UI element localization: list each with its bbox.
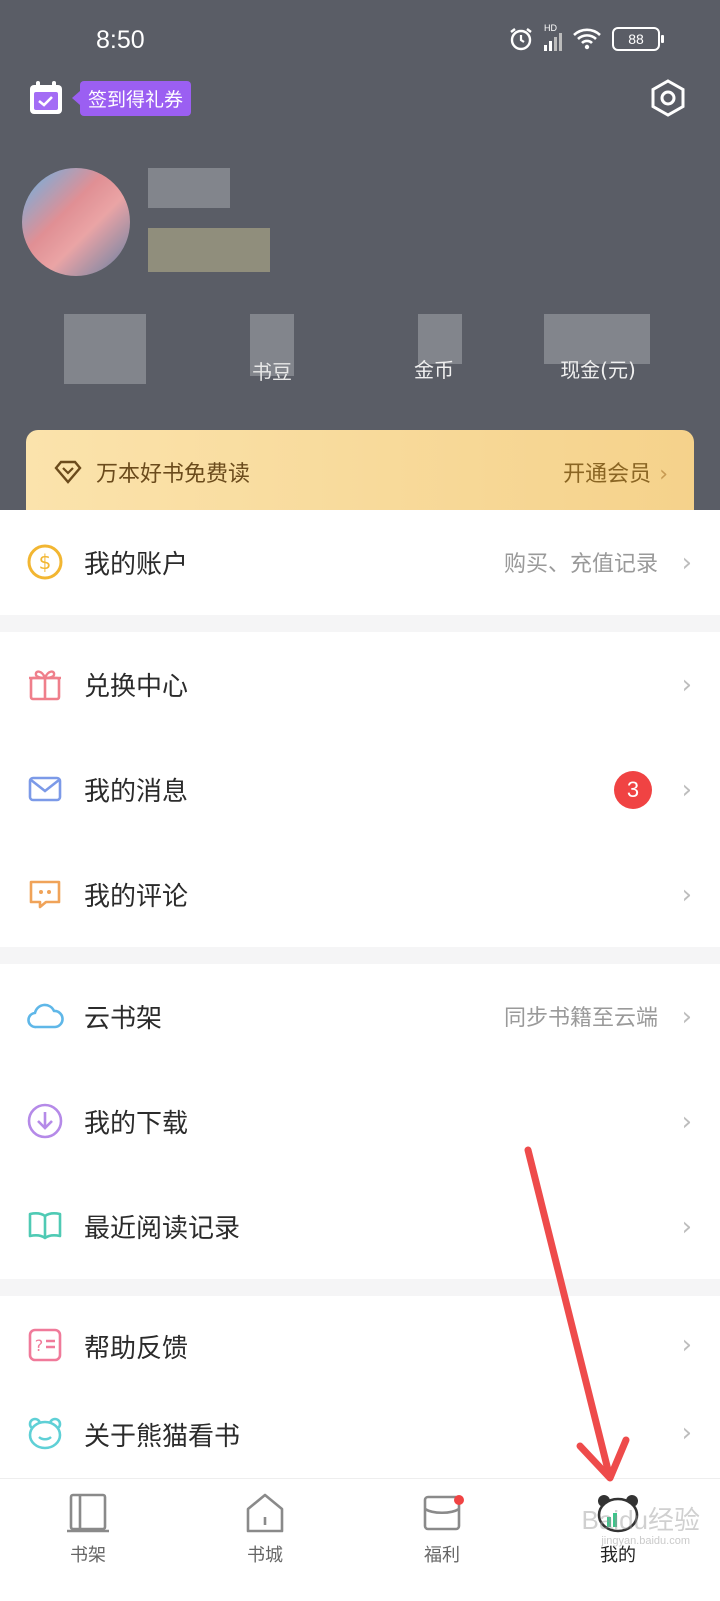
tab-label: 书城 <box>247 1545 283 1566</box>
chevron-right-icon: › <box>681 775 692 805</box>
section-support: ? 帮助反馈 › 关于熊猫看书 › <box>0 1296 720 1478</box>
menu-item-downloads[interactable]: 我的下载 › <box>0 1069 720 1174</box>
tab-label: 书架 <box>70 1545 106 1566</box>
download-icon <box>27 1103 63 1139</box>
vip-open-button[interactable]: 开通会员 › <box>563 456 668 488</box>
asset-stats: 书券 书豆 金币 现金(元) <box>0 310 720 390</box>
menu-label: 最近阅读记录 <box>84 1214 241 1244</box>
envelope-icon <box>28 776 62 802</box>
svg-text:$: $ <box>39 550 52 574</box>
section-books: 云书架 同步书籍至云端 › 我的下载 › 最近阅读记录 › <box>0 964 720 1279</box>
chevron-right-icon: › <box>681 1418 692 1448</box>
status-icons: HD 88 <box>508 23 664 52</box>
watermark: Baidu经验 <box>581 1505 701 1535</box>
avatar[interactable] <box>22 168 130 276</box>
chevron-right-icon: › <box>681 1002 692 1032</box>
chevron-right-icon: › <box>681 1107 692 1137</box>
stat-label[interactable]: 书豆 <box>212 356 332 385</box>
chevron-right-icon: › <box>681 670 692 700</box>
battery-icon: 88 <box>612 27 664 51</box>
battery-level: 88 <box>628 31 644 47</box>
home-icon <box>246 1493 284 1533</box>
menu-label: 我的下载 <box>84 1109 189 1139</box>
username-blurred <box>148 168 230 208</box>
menu-item-cloud[interactable]: 云书架 同步书籍至云端 › <box>0 964 720 1069</box>
bookshelf-icon <box>67 1493 109 1533</box>
menu-item-about[interactable]: 关于熊猫看书 › <box>0 1392 720 1478</box>
vip-slogan: 万本好书免费读 <box>96 462 251 487</box>
stat-label[interactable]: 金币 <box>374 354 494 383</box>
status-time: 8:50 <box>96 26 145 54</box>
gift-icon <box>29 670 61 701</box>
menu-label: 我的评论 <box>84 882 189 912</box>
panda-face-icon <box>28 1417 62 1450</box>
menu-item-exchange[interactable]: 兑换中心 › <box>0 632 720 737</box>
menu-label: 关于熊猫看书 <box>84 1422 241 1452</box>
alarm-icon <box>510 28 532 51</box>
menu-label: 我的账户 <box>84 550 189 580</box>
tab-store[interactable]: 书城 <box>205 1491 325 1567</box>
menu-label: 我的消息 <box>84 777 189 807</box>
chevron-right-icon: › <box>681 1330 692 1360</box>
stat-value-blurred <box>64 314 146 384</box>
menu-hint: 同步书籍至云端 <box>503 1006 658 1031</box>
chevron-right-icon: › <box>659 462 668 487</box>
open-book-icon <box>28 1212 62 1240</box>
vip-open-label: 开通会员 <box>563 462 652 487</box>
chevron-right-icon: › <box>681 880 692 910</box>
tab-bookshelf[interactable]: 书架 <box>28 1491 148 1567</box>
menu-label: 帮助反馈 <box>84 1334 189 1364</box>
profile-header: 8:50 HD 88 签到得礼券 书券 书豆 金币 现金(元) <box>0 0 720 540</box>
notification-dot <box>454 1495 464 1505</box>
network-type: HD <box>544 23 557 33</box>
comment-icon <box>29 880 61 909</box>
menu-item-messages[interactable]: 我的消息 3 › <box>0 737 720 842</box>
signal-icon: HD <box>544 23 562 51</box>
cloud-icon <box>27 1003 64 1029</box>
chevron-right-icon: › <box>681 1212 692 1242</box>
svg-text:?: ? <box>35 1336 44 1355</box>
menu-label: 兑换中心 <box>84 672 189 702</box>
coin-icon: $ <box>27 544 63 580</box>
tab-welfare[interactable]: 福利 <box>382 1491 502 1567</box>
watermark-url: jingyan.baidu.com <box>601 1535 690 1547</box>
stat-label[interactable]: 现金(元) <box>538 354 658 383</box>
status-bar: 8:50 HD 88 <box>0 22 720 62</box>
section-interaction: 兑换中心 › 我的消息 3 › 我的评论 › <box>0 632 720 947</box>
wifi-icon <box>573 28 601 50</box>
menu-hint: 购买、充值记录 <box>503 552 658 577</box>
settings-icon[interactable] <box>648 78 688 118</box>
section-account: $ 我的账户 购买、充值记录 › <box>0 510 720 615</box>
help-feedback-icon: ? <box>28 1328 62 1362</box>
diamond-icon <box>54 460 82 484</box>
tab-label: 我的 <box>600 1545 636 1566</box>
menu-item-recent[interactable]: 最近阅读记录 › <box>0 1174 720 1279</box>
vip-banner[interactable]: 万本好书免费读 开通会员 › <box>26 430 694 514</box>
menu-item-comments[interactable]: 我的评论 › <box>0 842 720 947</box>
menu-item-help[interactable]: ? 帮助反馈 › <box>0 1296 720 1392</box>
signin-label: 签到得礼券 <box>71 80 192 116</box>
tab-label: 福利 <box>424 1545 460 1566</box>
menu-label: 云书架 <box>84 1004 163 1034</box>
unread-badge: 3 <box>614 771 652 809</box>
menu-item-account[interactable]: $ 我的账户 购买、充值记录 › <box>0 510 720 615</box>
chevron-right-icon: › <box>681 548 692 578</box>
signin-entry[interactable]: 签到得礼券 <box>28 80 192 116</box>
calendar-check-icon <box>30 81 62 114</box>
user-info-blurred <box>148 228 270 272</box>
